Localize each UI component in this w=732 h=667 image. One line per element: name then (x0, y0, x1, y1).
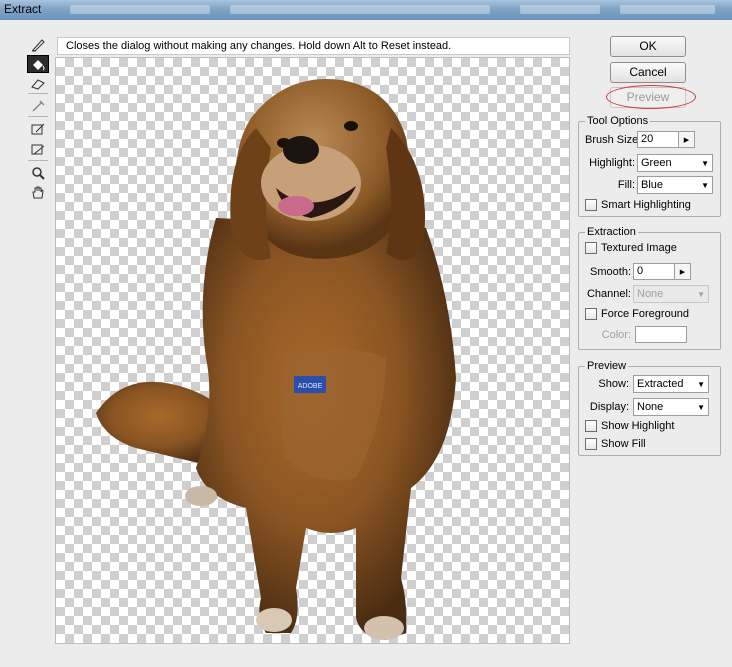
fill-label: Fill: (617, 179, 635, 191)
show-select[interactable]: Extracted ▼ (633, 375, 709, 393)
textured-image-checkbox[interactable] (585, 242, 597, 254)
smart-highlighting-checkbox[interactable] (585, 199, 597, 211)
show-label: Show: (598, 378, 629, 390)
blurred-toolbar (230, 5, 490, 14)
brush-size-arrow-icon[interactable]: ▶ (679, 131, 695, 148)
smooth-arrow-icon[interactable]: ▶ (675, 263, 691, 280)
fill-value: Blue (641, 179, 664, 191)
chevron-down-icon: ▼ (701, 158, 709, 168)
cleanup-icon[interactable] (27, 120, 49, 138)
zoom-icon[interactable] (27, 164, 49, 182)
window-title-bar: Extract (0, 0, 732, 20)
preview-canvas[interactable]: ADOBE (55, 57, 570, 644)
edge-highlighter-icon[interactable] (27, 36, 49, 54)
toolbox-divider (28, 93, 48, 94)
blurred-menu-bar (70, 5, 210, 14)
tool-options-group: Tool Options Brush Size: 20 ▶ Highlight:… (578, 115, 721, 217)
hand-icon[interactable] (27, 183, 49, 201)
show-fill-label: Show Fill (601, 438, 646, 450)
textured-image-label: Textured Image (601, 242, 677, 254)
toolbox-divider (28, 116, 48, 117)
show-highlight-checkbox[interactable] (585, 420, 597, 432)
show-highlight-label: Show Highlight (601, 420, 675, 432)
extraction-title: Extraction (585, 226, 638, 238)
chevron-down-icon: ▼ (701, 180, 709, 190)
eyedropper-icon[interactable] (27, 97, 49, 115)
preview-highlight-ring (606, 85, 696, 109)
brush-size-label: Brush Size: (585, 133, 642, 146)
highlight-label: Highlight: (589, 157, 635, 169)
chevron-down-icon: ▼ (697, 379, 705, 389)
collar-tag-text: ADOBE (298, 383, 323, 390)
window-title: Extract (4, 2, 42, 16)
toolbox-divider (28, 160, 48, 161)
tool-options-title: Tool Options (585, 115, 651, 127)
blurred-search (620, 5, 715, 14)
cancel-button[interactable]: Cancel (610, 62, 686, 83)
fill-select[interactable]: Blue ▼ (637, 176, 713, 194)
smooth-label: Smooth: (590, 265, 631, 278)
display-label: Display: (589, 401, 629, 413)
smart-highlighting-label: Smart Highlighting (601, 199, 691, 211)
preview-title: Preview (585, 360, 629, 372)
highlight-select[interactable]: Green ▼ (637, 154, 713, 172)
highlight-value: Green (641, 157, 672, 169)
channel-select[interactable]: None ▼ (633, 285, 709, 303)
edge-touchup-icon[interactable] (27, 140, 49, 158)
display-value: None (637, 401, 664, 413)
preview-group: Preview Show: Extracted ▼ Display: None … (578, 360, 721, 456)
channel-value: None (637, 288, 664, 300)
show-value: Extracted (637, 378, 684, 390)
chevron-down-icon: ▼ (697, 289, 705, 299)
show-fill-checkbox[interactable] (585, 438, 597, 450)
color-label: Color: (601, 328, 631, 341)
force-foreground-label: Force Foreground (601, 308, 690, 320)
blurred-toolbar-right (520, 5, 600, 14)
brush-size-field[interactable]: 20 (637, 131, 679, 148)
hint-bar: Closes the dialog without making any cha… (57, 37, 570, 55)
smooth-field[interactable]: 0 (633, 263, 675, 280)
chevron-down-icon: ▼ (697, 402, 705, 412)
channel-label: Channel: (586, 288, 631, 300)
ok-button[interactable]: OK (610, 36, 686, 57)
eraser-icon[interactable] (27, 75, 49, 93)
extracted-dog-image: ADOBE (96, 79, 456, 640)
force-foreground-checkbox[interactable] (585, 308, 597, 320)
display-select[interactable]: None ▼ (633, 398, 709, 416)
fill-icon[interactable] (27, 55, 49, 73)
color-swatch[interactable] (635, 326, 687, 343)
extraction-group: Extraction Textured Image Smooth: 0 ▶ Ch… (578, 226, 721, 350)
